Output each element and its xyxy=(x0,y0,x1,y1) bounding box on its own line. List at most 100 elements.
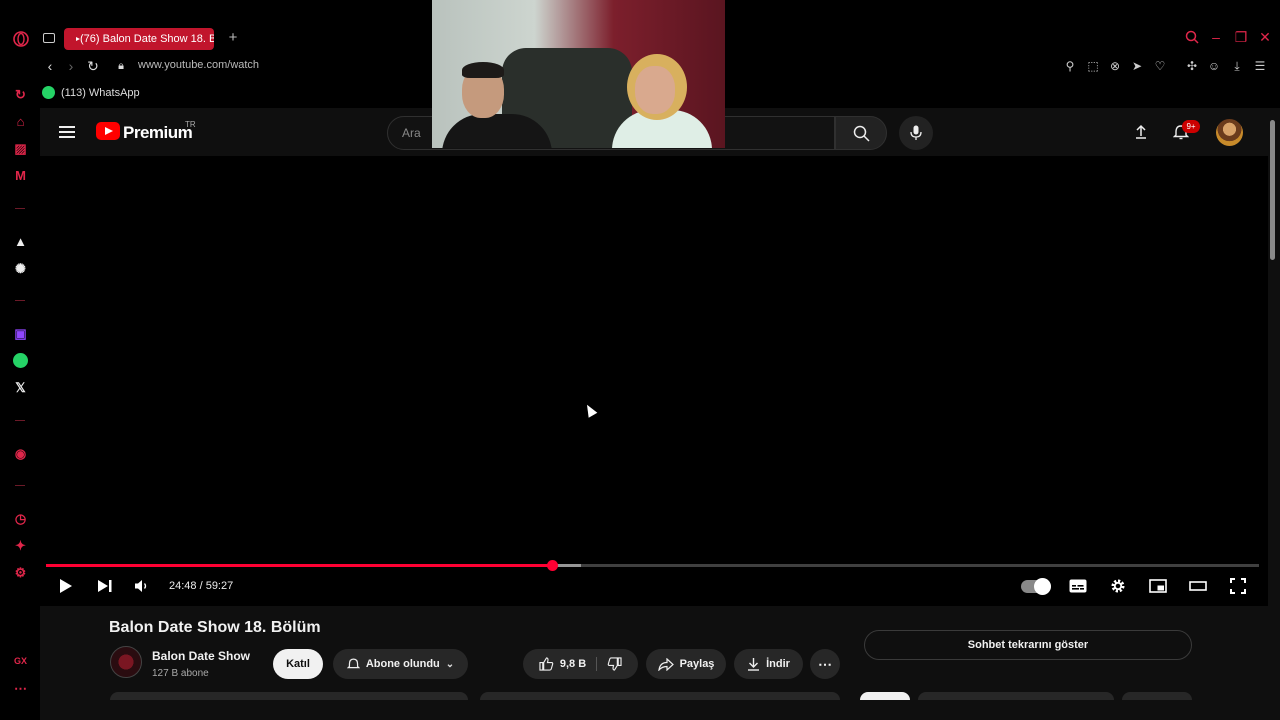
adblock-icon[interactable]: ⊗ xyxy=(1107,58,1123,74)
page-scrollbar[interactable] xyxy=(1268,108,1280,720)
crypto-wallet-icon[interactable]: ▨ xyxy=(12,140,29,157)
like-button[interactable]: 9,8 B xyxy=(539,657,598,671)
mouse-cursor-icon xyxy=(582,402,598,418)
pin-icon[interactable]: ⚲ xyxy=(1062,58,1078,74)
reload-button[interactable]: ↻ xyxy=(85,58,101,74)
chip-all[interactable] xyxy=(860,692,910,700)
player-icon[interactable]: ◉ xyxy=(12,445,29,462)
bookmark-whatsapp[interactable]: (113) WhatsApp xyxy=(42,86,140,99)
youtube-logo-text[interactable]: Premium xyxy=(123,123,193,143)
download-icon[interactable]: ⤓ xyxy=(1229,58,1245,74)
join-button[interactable]: Katıl xyxy=(273,649,323,679)
send-icon[interactable]: ➤ xyxy=(1129,58,1145,74)
sidebar-divider xyxy=(15,485,25,486)
chip-channel[interactable] xyxy=(918,692,1114,700)
opera-browser-window: { "browser": { "tab_title": "(76) Balon … xyxy=(0,0,1280,720)
search-tabs-icon[interactable] xyxy=(1185,30,1199,44)
time-display: 24:48 / 59:27 xyxy=(169,580,234,592)
more-actions-button[interactable]: ⋯ xyxy=(810,649,840,679)
region-code: TR xyxy=(185,120,196,129)
menu-icon[interactable] xyxy=(59,126,75,138)
heart-icon[interactable]: ♡ xyxy=(1152,58,1168,74)
url-field[interactable]: www.youtube.com/watch xyxy=(138,59,259,71)
download-label: İndir xyxy=(766,658,790,670)
thumbs-down-icon xyxy=(607,657,622,671)
bookmark-label: (113) WhatsApp xyxy=(61,86,140,99)
back-button[interactable]: ‹ xyxy=(42,58,58,74)
minimize-button[interactable]: – xyxy=(1209,30,1223,44)
subtitles-button[interactable] xyxy=(1068,576,1088,596)
miniplayer-button[interactable] xyxy=(1148,576,1168,596)
lock-icon[interactable]: 🔒︎ xyxy=(113,58,129,74)
more-horizontal-icon: ⋯ xyxy=(818,655,832,672)
history-icon[interactable]: ◷ xyxy=(12,510,29,527)
opera-logo-icon[interactable] xyxy=(12,30,29,47)
chevron-down-icon: ⌄ xyxy=(445,658,455,670)
play-icon xyxy=(60,579,72,593)
subtitles-icon xyxy=(1069,579,1087,593)
search-button[interactable] xyxy=(835,116,887,150)
settings-icon[interactable]: ⚙ xyxy=(12,564,29,581)
chat-replay-label: Sohbet tekrarını göster xyxy=(967,639,1089,651)
play-button[interactable] xyxy=(56,576,76,596)
comments-preview[interactable] xyxy=(480,692,840,700)
profile-icon[interactable]: ☺ xyxy=(1206,58,1222,74)
download-icon xyxy=(748,658,760,671)
bell-icon xyxy=(346,658,360,669)
miniplayer-icon xyxy=(1149,579,1167,593)
chatgpt-icon[interactable]: ✺ xyxy=(12,260,29,277)
subscribed-label: Abone olundu xyxy=(365,658,440,670)
close-button[interactable]: ✕ xyxy=(1258,30,1272,44)
more-icon[interactable]: ⋯ xyxy=(12,680,29,697)
x-twitter-icon[interactable]: 𝕏 xyxy=(12,379,29,396)
share-button[interactable]: Paylaş xyxy=(646,649,726,679)
progress-bar[interactable] xyxy=(46,560,1259,571)
tab-islands-icon[interactable] xyxy=(43,33,55,43)
app-launcher-icon[interactable]: ▲ xyxy=(12,233,29,250)
account-avatar[interactable] xyxy=(1216,119,1243,146)
sidebar-divider xyxy=(15,300,25,301)
messenger-icon[interactable]: M xyxy=(12,167,29,184)
snapshot-icon[interactable]: ⬚ xyxy=(1085,58,1101,74)
share-label: Paylaş xyxy=(679,658,715,670)
subscribed-button[interactable]: Abone olundu ⌄ xyxy=(333,649,468,679)
settings-button[interactable] xyxy=(1108,576,1128,596)
volume-button[interactable] xyxy=(132,576,152,596)
next-icon xyxy=(98,580,112,592)
tab-title: (76) Balon Date Show 18. B xyxy=(80,33,214,45)
puzzle-icon[interactable]: ✣ xyxy=(1184,58,1200,74)
theater-icon xyxy=(1189,581,1207,591)
scrubber-handle[interactable] xyxy=(546,560,558,571)
description-box[interactable] xyxy=(110,692,468,700)
like-count: 9,8 B xyxy=(559,658,587,670)
voice-search-button[interactable] xyxy=(899,116,933,150)
aria-icon[interactable]: ⌂ xyxy=(12,113,29,130)
new-tab-button[interactable]: + xyxy=(226,30,240,45)
speed-dial-icon[interactable]: ↻ xyxy=(12,86,29,103)
gx-icon[interactable]: GX xyxy=(12,652,29,669)
forward-button[interactable]: › xyxy=(63,58,79,74)
download-button[interactable]: İndir xyxy=(734,649,803,679)
fullscreen-button[interactable] xyxy=(1228,576,1248,596)
sidebar-divider xyxy=(15,208,25,209)
chip-related[interactable] xyxy=(1122,692,1192,700)
restore-button[interactable]: ❐ xyxy=(1234,30,1248,44)
whatsapp-icon[interactable] xyxy=(12,352,29,369)
create-upload-icon[interactable] xyxy=(1133,124,1149,140)
show-chat-replay-button[interactable]: Sohbet tekrarını göster xyxy=(864,630,1192,660)
scrollbar-thumb[interactable] xyxy=(1270,120,1275,260)
tab-youtube[interactable]: (76) Balon Date Show 18. B xyxy=(64,28,214,50)
twitch-icon[interactable]: ▣ xyxy=(12,325,29,342)
youtube-logo-icon[interactable] xyxy=(96,122,120,140)
extensions-icon[interactable]: ✦ xyxy=(12,537,29,554)
next-button[interactable] xyxy=(95,576,115,596)
channel-name[interactable]: Balon Date Show xyxy=(152,649,250,663)
dislike-button[interactable] xyxy=(597,657,622,671)
theater-mode-button[interactable] xyxy=(1188,576,1208,596)
fullscreen-icon xyxy=(1230,578,1246,594)
easy-setup-icon[interactable]: ☰ xyxy=(1252,58,1268,74)
channel-avatar[interactable] xyxy=(110,646,142,678)
progress-played xyxy=(46,564,552,567)
video-player[interactable]: 24:48 / 59:27 xyxy=(40,156,1268,606)
autoplay-toggle[interactable] xyxy=(1021,578,1051,595)
